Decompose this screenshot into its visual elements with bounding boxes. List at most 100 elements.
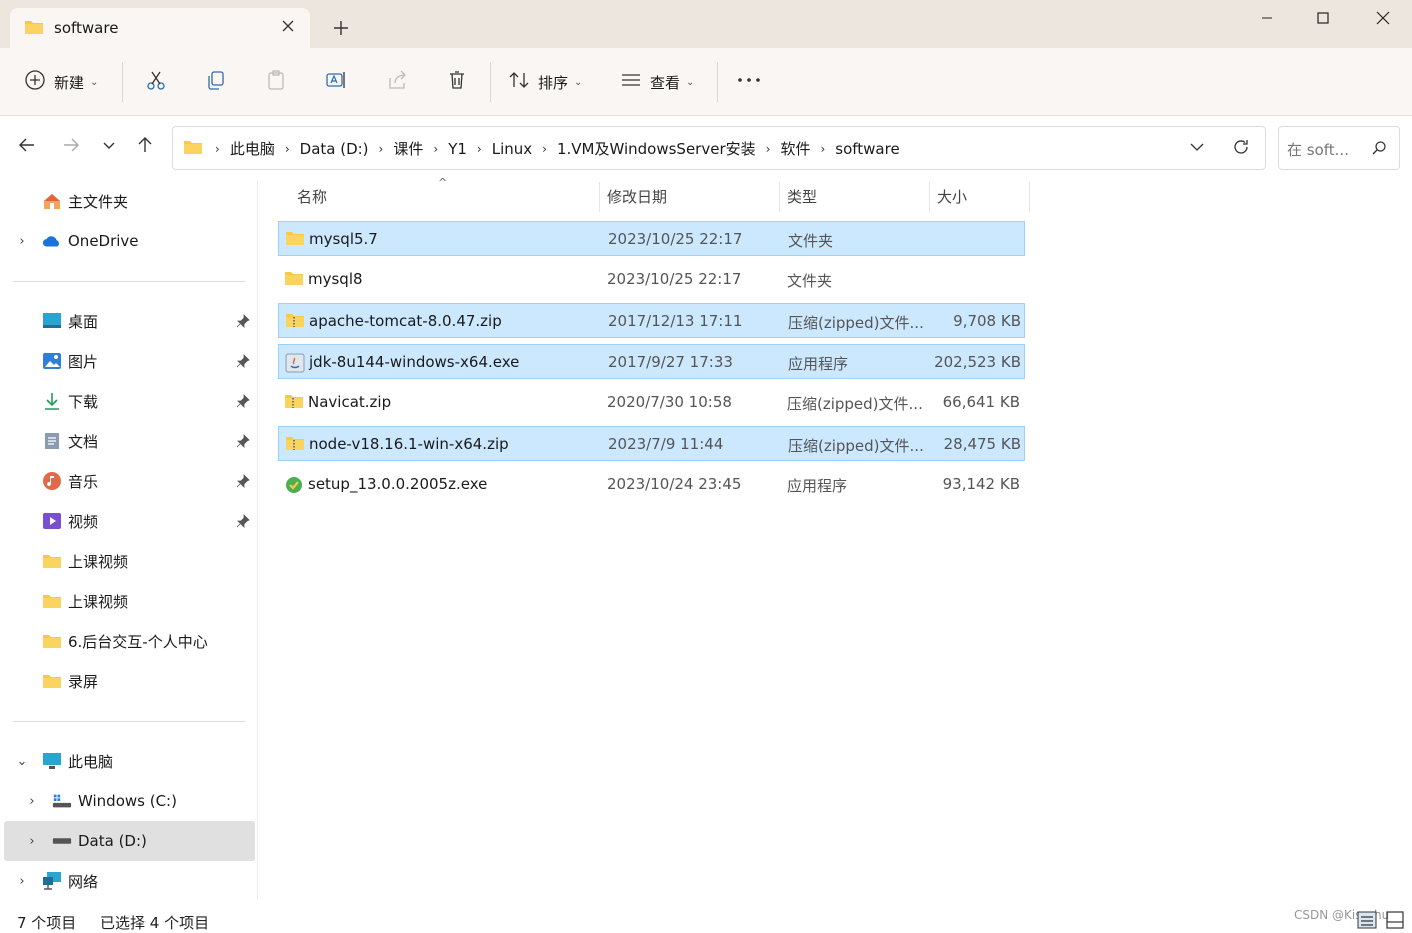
- sidebar-item-videos[interactable]: 视频: [0, 501, 256, 541]
- up-button[interactable]: [132, 134, 158, 160]
- breadcrumb-item[interactable]: software: [831, 140, 903, 158]
- more-options-button[interactable]: [737, 68, 761, 96]
- chevron-right-icon[interactable]: ›: [760, 142, 777, 156]
- file-type: 压缩(zipped)文件...: [788, 437, 924, 455]
- delete-button[interactable]: [446, 68, 468, 96]
- minimize-button[interactable]: [1238, 0, 1296, 36]
- breadcrumb-item[interactable]: 1.VM及WindowsServer安装: [553, 138, 760, 159]
- sidebar-item-drive-c[interactable]: › Windows (C:): [0, 781, 256, 821]
- file-row[interactable]: setup_13.0.0.2005z.exe 2023/10/24 23:45 …: [278, 467, 1025, 502]
- network-icon: [42, 871, 62, 891]
- column-divider[interactable]: [929, 182, 930, 212]
- chevron-right-icon[interactable]: ›: [373, 142, 390, 156]
- column-divider[interactable]: [779, 182, 780, 212]
- breadcrumb: › 此电脑 › Data (D:) › 课件 › Y1 › Linux › 1.…: [183, 138, 904, 159]
- rename-icon: [325, 69, 347, 95]
- rename-button[interactable]: [325, 68, 347, 96]
- copy-button[interactable]: [205, 68, 227, 96]
- chevron-right-icon[interactable]: ›: [25, 834, 39, 849]
- file-row[interactable]: node-v18.16.1-win-x64.zip 2023/7/9 11:44…: [278, 426, 1025, 461]
- column-header-size[interactable]: 大小: [937, 180, 967, 212]
- column-header-type[interactable]: 类型: [787, 180, 817, 212]
- share-button[interactable]: [386, 68, 408, 96]
- tab-software[interactable]: software: [10, 8, 310, 48]
- chevron-right-icon[interactable]: ›: [536, 142, 553, 156]
- back-button[interactable]: [14, 134, 40, 160]
- file-name: apache-tomcat-8.0.47.zip: [309, 312, 502, 330]
- cut-button[interactable]: [145, 68, 167, 96]
- breadcrumb-item[interactable]: Y1: [444, 140, 471, 158]
- column-header-date[interactable]: 修改日期: [607, 180, 667, 212]
- breadcrumb-item[interactable]: Data (D:): [296, 140, 373, 158]
- forward-button[interactable]: [58, 134, 84, 160]
- breadcrumb-item[interactable]: 课件: [389, 138, 427, 159]
- chevron-right-icon[interactable]: ›: [279, 142, 296, 156]
- new-button[interactable]: 新建 ⌄: [24, 68, 98, 96]
- arrow-left-icon: [17, 135, 37, 159]
- sidebar-divider: [13, 281, 245, 282]
- column-divider[interactable]: [599, 182, 600, 212]
- pin-icon[interactable]: [236, 394, 250, 412]
- new-tab-button[interactable]: [330, 17, 352, 39]
- file-date: 2017/12/13 17:11: [608, 312, 743, 330]
- column-header-name[interactable]: 名称: [297, 180, 327, 212]
- column-divider[interactable]: [1029, 182, 1030, 212]
- chevron-right-icon[interactable]: ›: [25, 794, 39, 809]
- sidebar-item-folder[interactable]: 录屏: [0, 661, 256, 701]
- address-bar[interactable]: › 此电脑 › Data (D:) › 课件 › Y1 › Linux › 1.…: [172, 126, 1266, 170]
- sidebar-item-folder[interactable]: 上课视频: [0, 581, 256, 621]
- close-tab-icon[interactable]: [280, 18, 296, 34]
- sidebar-item-label: 主文件夹: [68, 192, 129, 211]
- chevron-right-icon[interactable]: ›: [15, 234, 29, 249]
- close-window-button[interactable]: [1354, 0, 1412, 36]
- paste-button[interactable]: [265, 68, 287, 96]
- pin-icon[interactable]: [236, 434, 250, 452]
- sidebar-item-network[interactable]: › 网络: [0, 861, 256, 901]
- chevron-right-icon[interactable]: ›: [15, 874, 29, 889]
- sort-button[interactable]: 排序 ⌄: [508, 68, 582, 96]
- sidebar-item-music[interactable]: 音乐: [0, 461, 256, 501]
- sidebar-item-desktop[interactable]: 桌面: [0, 301, 256, 341]
- file-row[interactable]: Navicat.zip 2020/7/30 10:58 压缩(zipped)文件…: [278, 385, 1025, 420]
- sidebar-item-documents[interactable]: 文档: [0, 421, 256, 461]
- sidebar-item-downloads[interactable]: 下载: [0, 381, 256, 421]
- breadcrumb-item[interactable]: Linux: [488, 140, 536, 158]
- sidebar-item-folder[interactable]: 上课视频: [0, 541, 256, 581]
- chevron-right-icon[interactable]: ›: [471, 142, 488, 156]
- search-box[interactable]: 在 soft...: [1278, 126, 1400, 170]
- view-button[interactable]: 查看 ⌄: [620, 68, 694, 96]
- recent-locations-button[interactable]: [96, 134, 122, 160]
- maximize-button[interactable]: [1294, 0, 1352, 36]
- refresh-icon[interactable]: [1231, 137, 1251, 161]
- sidebar-item-drive-d[interactable]: › Data (D:): [4, 821, 255, 861]
- file-name: jdk-8u144-windows-x64.exe: [309, 353, 520, 371]
- toolbar-divider: [122, 62, 123, 102]
- file-row[interactable]: mysql8 2023/10/25 22:17 文件夹: [278, 262, 1025, 297]
- desktop-icon: [42, 311, 62, 331]
- file-row[interactable]: jdk-8u144-windows-x64.exe 2017/9/27 17:3…: [278, 344, 1025, 379]
- breadcrumb-item[interactable]: 软件: [776, 138, 814, 159]
- pin-icon[interactable]: [236, 314, 250, 332]
- file-row[interactable]: apache-tomcat-8.0.47.zip 2017/12/13 17:1…: [278, 303, 1025, 338]
- chevron-right-icon[interactable]: ›: [427, 142, 444, 156]
- file-date: 2020/7/30 10:58: [607, 393, 732, 411]
- address-history-chevron-icon[interactable]: [1189, 139, 1205, 159]
- sidebar-item-onedrive[interactable]: › OneDrive: [0, 221, 256, 261]
- sidebar-item-pictures[interactable]: 图片: [0, 341, 256, 381]
- pin-icon[interactable]: [236, 514, 250, 532]
- computer-icon: [42, 751, 62, 771]
- breadcrumb-item[interactable]: 此电脑: [226, 138, 279, 159]
- sidebar-item-home[interactable]: 主文件夹: [0, 181, 256, 221]
- chevron-down-icon[interactable]: ⌄: [15, 754, 29, 769]
- sidebar-item-this-pc[interactable]: ⌄ 此电脑: [0, 741, 256, 781]
- tiles-view-icon[interactable]: [1384, 908, 1406, 930]
- file-row[interactable]: mysql5.7 2023/10/25 22:17 文件夹: [278, 221, 1025, 256]
- new-label: 新建: [54, 73, 85, 92]
- pin-icon[interactable]: [236, 354, 250, 372]
- pin-icon[interactable]: [236, 474, 250, 492]
- file-type: 压缩(zipped)文件...: [788, 314, 924, 332]
- sidebar-item-folder[interactable]: 6.后台交互-个人中心: [0, 621, 256, 661]
- search-icon: [1371, 140, 1387, 160]
- chevron-right-icon[interactable]: ›: [814, 142, 831, 156]
- details-view-icon[interactable]: [1356, 908, 1378, 930]
